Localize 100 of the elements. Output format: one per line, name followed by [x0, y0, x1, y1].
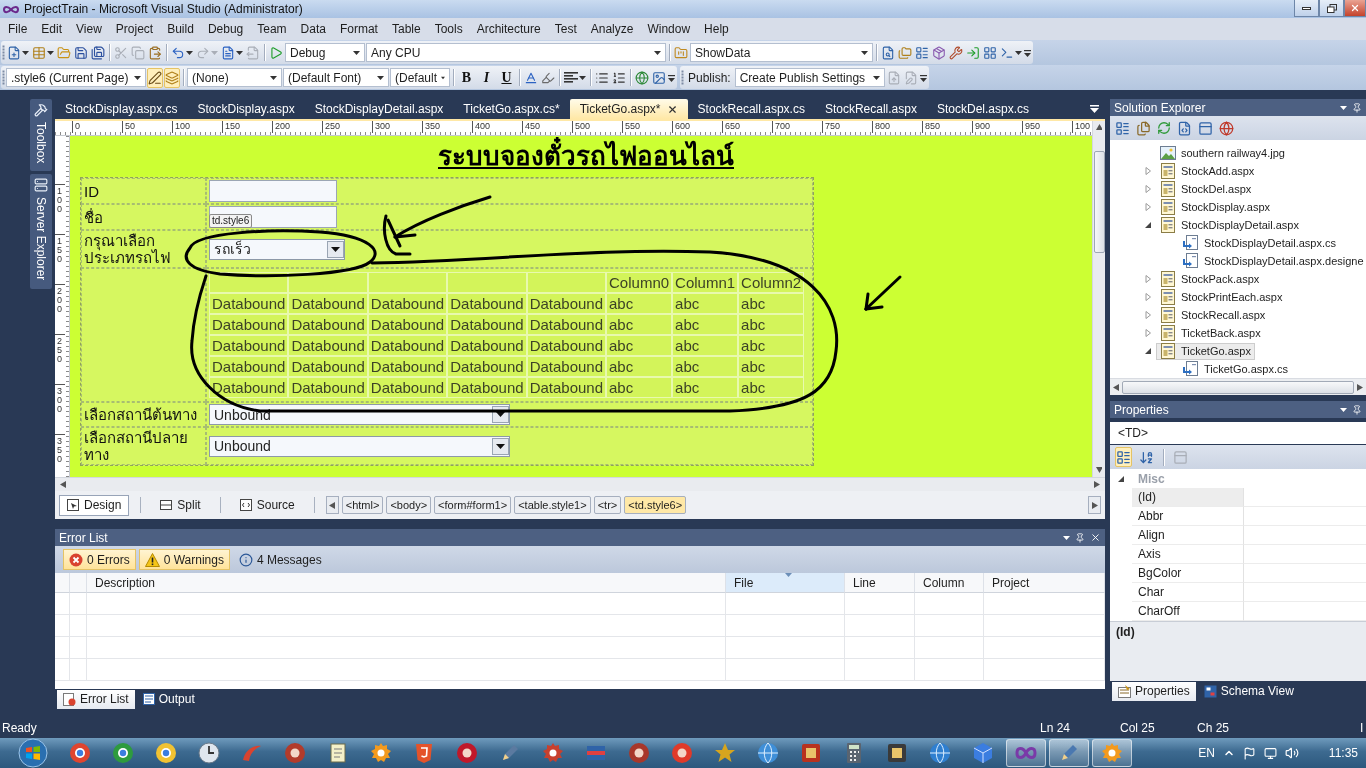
- view-tab[interactable]: Design: [59, 494, 130, 516]
- panel-tab[interactable]: Error List: [57, 689, 135, 709]
- collapse-icon[interactable]: [1144, 221, 1152, 229]
- menu-item[interactable]: Debug: [200, 20, 251, 38]
- dropdown[interactable]: Debug: [285, 43, 365, 62]
- tree-item[interactable]: southern railway4.jpg: [1156, 144, 1289, 162]
- property-name[interactable]: BgColor: [1132, 564, 1244, 583]
- monitor-icon[interactable]: [1263, 746, 1277, 760]
- tree-item[interactable]: StockDel.aspx: [1156, 180, 1256, 198]
- tree-item[interactable]: StockPrintEach.aspx: [1156, 288, 1287, 306]
- volume-icon[interactable]: [1284, 746, 1299, 760]
- tag-button[interactable]: <tr>: [593, 496, 622, 514]
- taskbar-button[interactable]: [1049, 739, 1089, 767]
- tree-item[interactable]: StockPack.aspx: [1156, 270, 1264, 288]
- dropdown[interactable]: (None): [187, 68, 282, 87]
- tree-item[interactable]: StockDisplayDetail.aspx.designe: [1179, 252, 1366, 270]
- grip-icon[interactable]: [681, 70, 684, 85]
- property-name[interactable]: Axis: [1132, 545, 1244, 564]
- underline-button[interactable]: U: [497, 67, 516, 88]
- property-name[interactable]: Align: [1132, 526, 1244, 545]
- tree-item[interactable]: StockAdd.aspx: [1156, 162, 1259, 180]
- minimize-button[interactable]: [1294, 0, 1319, 17]
- tree-item[interactable]: TicketGo.aspx.cs: [1179, 360, 1292, 378]
- tree-item[interactable]: StockDisplay.aspx: [1156, 198, 1275, 216]
- filter-button[interactable]: 4 Messages: [232, 549, 328, 570]
- close-icon[interactable]: [1090, 532, 1101, 543]
- tree-item[interactable]: TicketGo.aspx: [1156, 342, 1255, 360]
- tree-item[interactable]: StockRecall.aspx: [1156, 306, 1270, 324]
- document-tab[interactable]: StockDisplayDetail.aspx: [304, 99, 454, 119]
- tab-list-icon[interactable]: [1090, 105, 1099, 113]
- flag-icon[interactable]: [1242, 746, 1256, 760]
- filter-button[interactable]: 0 Warnings: [138, 549, 230, 570]
- grip-icon[interactable]: [2, 70, 5, 85]
- expand-icon[interactable]: [1144, 167, 1152, 175]
- expand-icon[interactable]: [1144, 329, 1152, 337]
- collapse-icon[interactable]: [1117, 474, 1125, 483]
- panel-tab[interactable]: Output: [136, 689, 201, 709]
- pin-icon[interactable]: [1352, 102, 1362, 113]
- property-name[interactable]: Char: [1132, 583, 1244, 602]
- dropdown[interactable]: Unbound: [209, 435, 510, 457]
- column-header[interactable]: Column: [915, 573, 984, 593]
- list-icon[interactable]: [1115, 120, 1130, 136]
- document-tab[interactable]: TicketGo.aspx*: [569, 99, 688, 119]
- document-tab[interactable]: StockDel.aspx.cs: [926, 99, 1039, 119]
- side-tab[interactable]: Server Explorer: [30, 174, 52, 289]
- expand-icon[interactable]: [1144, 185, 1152, 193]
- expand-icon[interactable]: [1144, 275, 1152, 283]
- categorized-button[interactable]: [1115, 447, 1132, 467]
- document-tab[interactable]: StockRecall.aspx: [814, 99, 927, 119]
- refresh-icon[interactable]: [1157, 121, 1171, 135]
- menu-item[interactable]: Table: [384, 20, 428, 38]
- view-tab[interactable]: Source: [231, 494, 303, 516]
- close-button[interactable]: [1344, 0, 1366, 17]
- menu-item[interactable]: View: [69, 20, 109, 38]
- scroll-tags-button[interactable]: [1088, 496, 1101, 514]
- overflow-icon[interactable]: [668, 72, 675, 83]
- start-button[interactable]: [16, 738, 50, 768]
- files-icon[interactable]: [1136, 120, 1151, 136]
- close-icon[interactable]: [666, 103, 678, 115]
- document-tab[interactable]: StockRecall.aspx.cs: [687, 99, 815, 119]
- menu-item[interactable]: Help: [697, 20, 736, 38]
- menu-item[interactable]: Architecture: [469, 20, 548, 38]
- dropdown[interactable]: (Default Font): [283, 68, 389, 87]
- filter-button[interactable]: 0 Errors: [63, 549, 136, 570]
- view-tab[interactable]: Split: [152, 494, 209, 516]
- dropdown[interactable]: Create Publish Settings: [734, 68, 885, 87]
- pen-button[interactable]: [147, 67, 163, 88]
- document-tab[interactable]: TicketGo.aspx.cs*: [453, 99, 570, 119]
- bold-button[interactable]: B: [457, 67, 476, 88]
- document-tab[interactable]: StockDisplay.aspx: [187, 99, 305, 119]
- object-selector[interactable]: <TD>: [1110, 422, 1366, 444]
- taskbar-button[interactable]: [1006, 739, 1046, 767]
- column-header[interactable]: Description: [87, 573, 726, 593]
- dropdown[interactable]: ShowData: [690, 43, 873, 62]
- expand-icon[interactable]: [1144, 293, 1152, 301]
- tag-button[interactable]: <form#form1>: [434, 496, 512, 514]
- dropdown[interactable]: (Default: [390, 68, 450, 87]
- expand-icon[interactable]: [1144, 311, 1152, 319]
- panel-tab[interactable]: Schema View: [1197, 681, 1300, 701]
- maximize-button[interactable]: [1319, 0, 1344, 17]
- text-input[interactable]: [209, 180, 337, 202]
- overflow-icon[interactable]: [919, 72, 927, 83]
- pin-icon[interactable]: [1075, 532, 1085, 543]
- pin-icon[interactable]: [1352, 404, 1362, 415]
- tree-item[interactable]: TicketBack.aspx: [1156, 324, 1265, 342]
- menu-item[interactable]: File: [1, 20, 35, 38]
- menu-item[interactable]: Tools: [427, 20, 470, 38]
- language-button[interactable]: EN: [1198, 746, 1215, 760]
- overflow-icon[interactable]: [1024, 47, 1031, 58]
- property-name[interactable]: (Id): [1132, 488, 1244, 507]
- tag-button[interactable]: <table.style1>: [514, 496, 591, 514]
- italic-button[interactable]: I: [477, 67, 496, 88]
- column-header[interactable]: Line: [845, 573, 915, 593]
- property-name[interactable]: CharOff: [1132, 602, 1244, 621]
- tag-button[interactable]: <body>: [386, 496, 432, 514]
- dropdown[interactable]: .style6 (Current Page): [6, 68, 146, 87]
- dropdown[interactable]: Any CPU: [366, 43, 666, 62]
- column-header[interactable]: Project: [984, 573, 1105, 593]
- menu-item[interactable]: Test: [547, 20, 584, 38]
- panel-tab[interactable]: Properties: [1112, 681, 1196, 701]
